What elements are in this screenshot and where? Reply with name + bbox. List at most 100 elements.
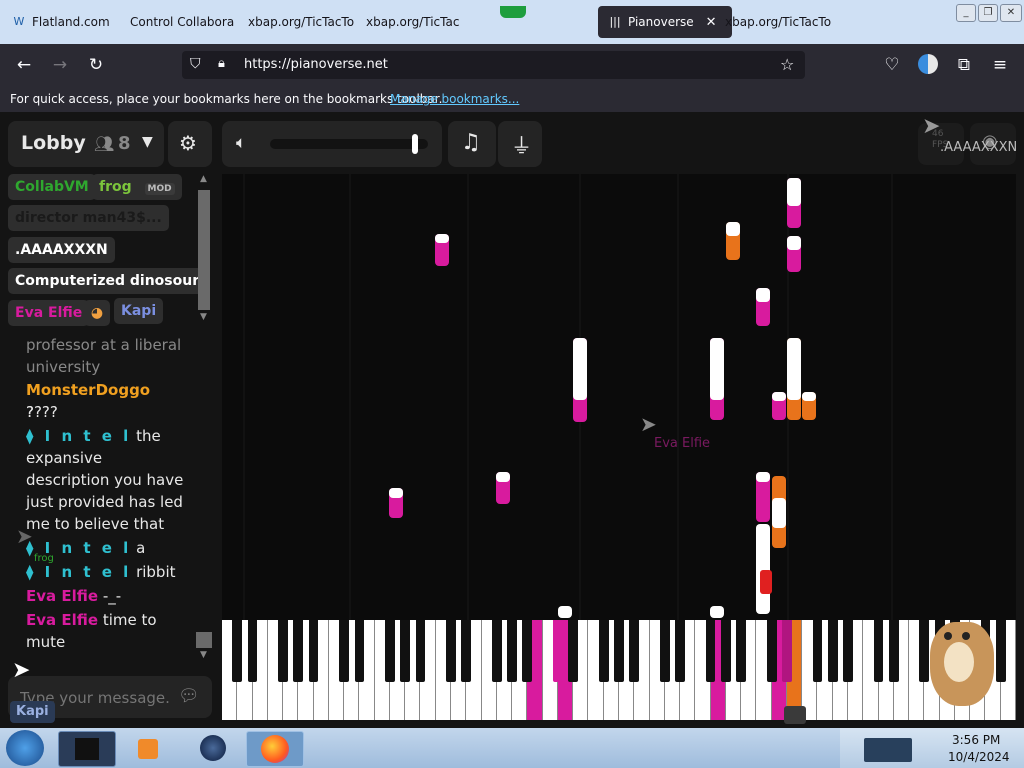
chat-nick[interactable]: ⧫ I n t e l xyxy=(26,563,131,581)
chat-nick[interactable]: MonsterDoggo xyxy=(26,381,150,399)
scroll-up-icon[interactable]: ▲ xyxy=(200,174,207,184)
start-button-icon[interactable] xyxy=(6,730,44,766)
taskbar-app-vm[interactable] xyxy=(58,731,116,767)
scrollbar-thumb[interactable] xyxy=(196,632,212,648)
bookmark-star-icon[interactable]: ☆ xyxy=(780,55,794,74)
maximize-window-button[interactable]: ❐ xyxy=(978,4,998,22)
tray-network-icon[interactable] xyxy=(864,738,912,762)
message-text: ribbit xyxy=(136,563,176,581)
user-name: frog xyxy=(99,179,132,195)
black-key[interactable] xyxy=(522,620,533,682)
black-key[interactable] xyxy=(446,620,456,682)
falling-note-head xyxy=(496,472,510,482)
tab-flatland[interactable]: W Flatland.com xyxy=(2,6,128,38)
user-list-scrollbar[interactable]: ▲ ▼ xyxy=(198,174,210,326)
black-key[interactable] xyxy=(278,620,288,682)
black-key[interactable] xyxy=(247,620,258,682)
black-key[interactable] xyxy=(629,620,640,682)
black-key[interactable] xyxy=(339,620,350,682)
user-chip-director[interactable]: director man43$... xyxy=(8,205,169,231)
black-key[interactable] xyxy=(415,620,426,682)
reload-icon[interactable]: ↻ xyxy=(84,53,108,77)
black-key[interactable] xyxy=(400,620,411,682)
scroll-down-icon[interactable]: ▼ xyxy=(200,650,207,660)
url-bar[interactable]: ⛉ 🔒︎ https://pianoverse.net ☆ xyxy=(182,51,805,79)
message-text: a xyxy=(136,539,146,557)
black-key[interactable] xyxy=(385,620,395,682)
chat-nick[interactable]: Eva Elfie xyxy=(26,611,98,629)
manage-bookmarks-link[interactable]: Manage bookmarks... xyxy=(390,92,519,106)
chat-nick[interactable]: ⧫ I n t e l xyxy=(26,427,131,445)
volume-track[interactable] xyxy=(270,139,428,149)
black-key[interactable] xyxy=(507,620,517,682)
black-key[interactable] xyxy=(232,620,243,682)
tab-xbap-1[interactable]: xbap.org/TicTacTo xyxy=(238,6,366,38)
black-key[interactable] xyxy=(873,620,884,682)
message-text: ? xyxy=(26,403,34,421)
black-key[interactable] xyxy=(888,620,899,682)
black-key[interactable] xyxy=(461,620,472,682)
back-arrow-icon[interactable]: ← xyxy=(12,53,36,77)
chat-scrollbar[interactable]: ▼ xyxy=(196,632,212,662)
tab-control-collabora[interactable]: Control Collabora xyxy=(120,6,248,38)
settings-button[interactable]: ⚙ xyxy=(168,121,212,167)
black-key[interactable] xyxy=(308,620,319,682)
user-chip-frog[interactable]: frog MOD xyxy=(92,174,182,200)
tab-xbap-3[interactable]: xbap.org/TicTacTo xyxy=(715,6,845,38)
taskbar-app-firefox[interactable] xyxy=(246,731,304,767)
black-key[interactable] xyxy=(843,620,853,682)
black-key[interactable] xyxy=(614,620,624,682)
user-chip-aaaaxxxn[interactable]: .AAAAXXXN xyxy=(8,237,115,263)
black-key[interactable] xyxy=(553,620,563,682)
midi-button[interactable]: ⏚ xyxy=(498,121,542,167)
instrument-button[interactable]: ♫ xyxy=(448,121,496,167)
black-key[interactable] xyxy=(659,620,670,682)
black-key[interactable] xyxy=(568,620,579,682)
chat-message: professor at a liberal university xyxy=(26,336,186,378)
tab-xbap-2[interactable]: xbap.org/TicTac xyxy=(356,6,484,38)
black-key[interactable] xyxy=(293,620,304,682)
extensions-icon[interactable]: ⧉ xyxy=(952,53,976,77)
tab-pianoverse[interactable]: ||| Pianoverse ✕ xyxy=(598,6,732,38)
clock-date[interactable]: 10/4/2024 xyxy=(948,750,1010,764)
clock-time[interactable]: 3:56 PM xyxy=(952,733,1000,747)
user-list: CollabVM frog MOD director man43$... .AA… xyxy=(8,174,207,334)
menu-hamburger-icon[interactable]: ≡ xyxy=(988,53,1012,77)
user-name: .AAAAXXXN xyxy=(15,242,108,258)
black-key[interactable] xyxy=(675,620,685,682)
user-chip-computerized-dinosour[interactable]: Computerized dinosour xyxy=(8,268,207,294)
user-chip-hamster[interactable]: ◕ xyxy=(84,300,110,326)
tab-label: xbap.org/TicTacTo xyxy=(248,15,355,29)
black-key[interactable] xyxy=(491,620,502,682)
black-key[interactable] xyxy=(766,620,777,682)
black-key[interactable] xyxy=(827,620,838,682)
black-key[interactable] xyxy=(354,620,365,682)
falling-note-head xyxy=(710,338,724,400)
black-key[interactable] xyxy=(782,620,792,682)
account-icon[interactable] xyxy=(918,54,938,74)
chat-message: ? xyxy=(26,401,186,423)
pocket-icon[interactable]: ♡ xyxy=(880,53,904,77)
minimize-window-button[interactable]: _ xyxy=(956,4,976,22)
black-key[interactable] xyxy=(598,620,609,682)
piano-keyboard[interactable] xyxy=(222,620,1016,720)
volume-slider-thumb[interactable] xyxy=(412,134,419,154)
taskbar-app-globe[interactable] xyxy=(184,731,240,765)
room-selector[interactable]: Lobby 👥︎ 8 ▼ xyxy=(8,121,164,167)
volume-control[interactable]: 🔈︎ xyxy=(222,121,442,167)
close-window-button[interactable]: ✕ xyxy=(1000,4,1022,22)
chat-nick[interactable]: Eva Elfie xyxy=(26,587,98,605)
user-chip-collabvm[interactable]: CollabVM xyxy=(8,174,96,200)
black-key[interactable] xyxy=(720,620,731,682)
black-key[interactable] xyxy=(812,620,823,682)
cursor-label-kapi: Kapi xyxy=(10,701,55,723)
forward-arrow-icon[interactable]: → xyxy=(48,53,72,77)
taskbar-app-media[interactable] xyxy=(120,731,176,765)
black-key[interactable] xyxy=(736,620,747,682)
scroll-down-icon[interactable]: ▼ xyxy=(200,312,207,322)
black-key[interactable] xyxy=(705,620,716,682)
speaker-icon[interactable]: 🔈︎ xyxy=(236,133,246,153)
user-chip-kapi[interactable]: Kapi xyxy=(114,298,164,324)
scrollbar-thumb[interactable] xyxy=(198,190,210,310)
user-chip-eva-elfie[interactable]: Eva Elfie xyxy=(8,300,90,326)
